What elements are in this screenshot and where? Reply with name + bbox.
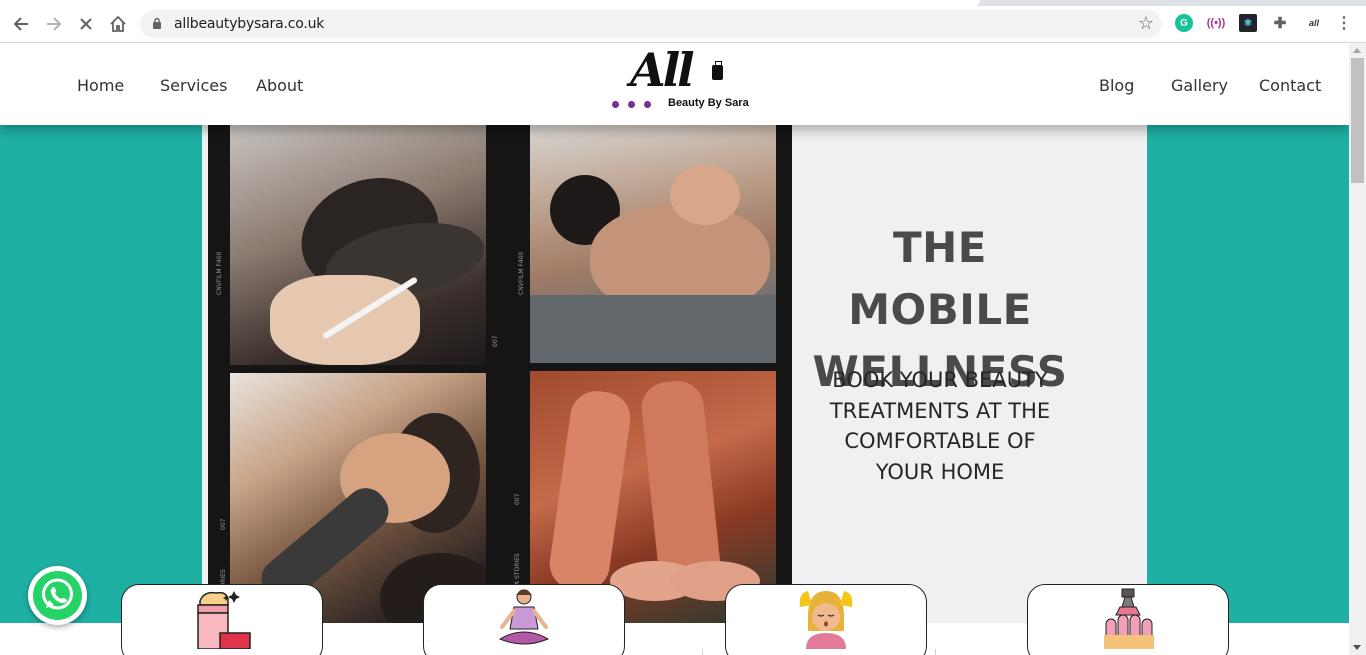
hero-slide: CNVFILM F400 CNVFILM F400 007 007 007 ST…: [202, 125, 1147, 623]
nav-gallery[interactable]: Gallery: [1171, 76, 1228, 95]
whatsapp-chat-button[interactable]: [28, 566, 87, 625]
service-card-massage[interactable]: [725, 584, 927, 655]
site-logo[interactable]: All Beauty By Sara: [608, 43, 750, 113]
film-label: 007: [514, 493, 521, 505]
film-label: A STORIES: [514, 553, 521, 585]
skincare-cream-icon: [197, 591, 251, 649]
url-text: allbeautybysara.co.uk: [174, 16, 325, 32]
hero-subtitle: BOOK YOUR BEAUTY TREATMENTS AT THE COMFO…: [829, 368, 1051, 484]
logo-dot: [644, 101, 651, 108]
bookmark-star-icon[interactable]: ☆: [1138, 13, 1154, 34]
grammarly-icon[interactable]: G: [1175, 14, 1193, 32]
scroll-up-icon[interactable]: [1353, 48, 1361, 53]
logo-bag-icon: [712, 61, 723, 80]
scrollbar-thumb[interactable]: [1351, 58, 1364, 183]
active-tab[interactable]: [0, 0, 980, 6]
film-label: CNVFILM F400: [216, 251, 223, 295]
back-massage-photo: [530, 125, 776, 363]
back-arrow-icon[interactable]: [9, 12, 33, 36]
film-label: 007: [492, 335, 499, 347]
home-icon[interactable]: [106, 12, 130, 36]
forward-arrow-icon[interactable]: [42, 12, 66, 36]
film-label: 007: [220, 518, 227, 530]
nav-contact[interactable]: Contact: [1259, 76, 1321, 95]
site-header: Home Services About All Beauty By Sara B…: [0, 43, 1349, 125]
stop-loading-icon[interactable]: [74, 12, 98, 36]
hero-banner: CNVFILM F400 CNVFILM F400 007 007 007 ST…: [0, 125, 1349, 623]
address-bar[interactable]: allbeautybysara.co.uk ☆: [140, 10, 1162, 38]
logo-wordmark: All: [630, 43, 695, 97]
nav-blog[interactable]: Blog: [1099, 76, 1134, 95]
service-card-yoga[interactable]: [423, 584, 625, 655]
scroll-down-icon[interactable]: [1353, 645, 1361, 650]
service-card-skincare[interactable]: [121, 584, 323, 655]
puzzle-extensions-icon[interactable]: ✚: [1271, 14, 1289, 32]
logo-dot: [612, 101, 619, 108]
film-strip-collage: CNVFILM F400 CNVFILM F400 007 007 007 ST…: [208, 125, 792, 623]
browser-menu-icon[interactable]: ⋮: [1335, 14, 1353, 32]
nav-home[interactable]: Home: [77, 76, 124, 95]
service-card-nails[interactable]: [1027, 584, 1229, 655]
logo-subtitle: Beauty By Sara: [668, 97, 749, 109]
site-favicon[interactable]: all: [1303, 14, 1325, 32]
react-devtools-icon[interactable]: ⚛: [1239, 14, 1257, 32]
lock-icon: [153, 17, 161, 29]
logo-dot: [628, 101, 635, 108]
film-label: CNVFILM F400: [518, 251, 525, 295]
nav-services[interactable]: Services: [160, 76, 227, 95]
facial-mask-photo: [230, 125, 486, 365]
nav-about[interactable]: About: [256, 76, 303, 95]
browser-toolbar: allbeautybysara.co.uk ☆ G ((•)) ⚛ ✚ all …: [0, 0, 1366, 43]
whatsapp-icon: [33, 571, 82, 620]
nail-polish-icon: [1104, 588, 1154, 649]
cast-icon[interactable]: ((•)): [1207, 14, 1226, 32]
head-massage-icon: [799, 591, 853, 649]
tab-strip: [0, 0, 1366, 6]
page-scrollbar[interactable]: [1349, 43, 1366, 655]
yoga-meditation-icon: [498, 589, 550, 645]
